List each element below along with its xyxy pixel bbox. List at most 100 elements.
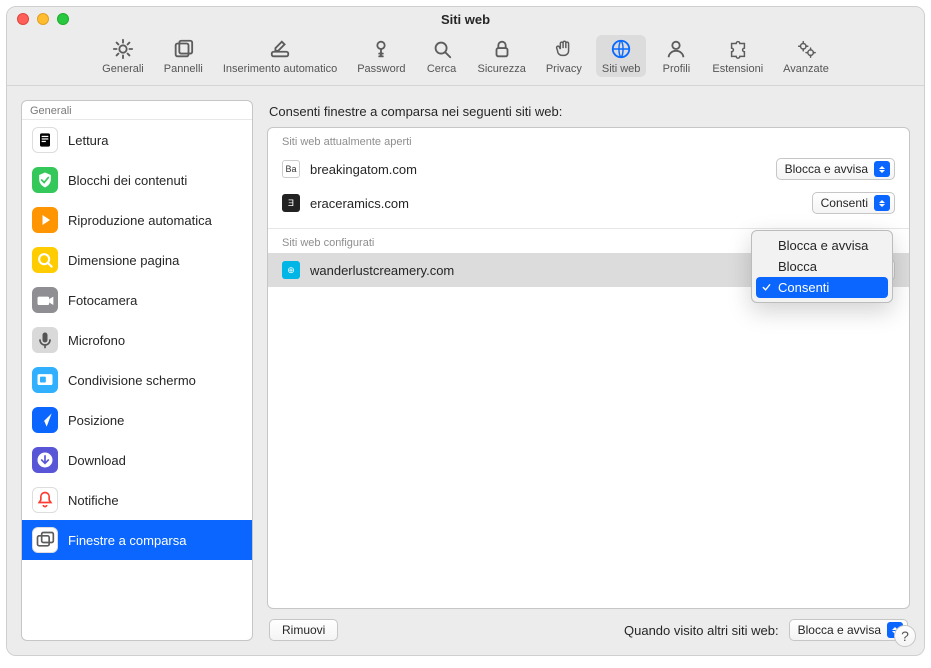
dropdown-option[interactable]: Blocca e avvisa xyxy=(752,235,892,256)
sidebar-item-label: Posizione xyxy=(68,413,124,428)
open-sites-header: Siti web attualmente aperti xyxy=(268,128,909,152)
toolbar-label: Inserimento automatico xyxy=(223,63,337,75)
toolbar-label: Avanzate xyxy=(783,63,829,75)
dropdown-option[interactable]: Consenti xyxy=(756,277,888,298)
dropdown-option[interactable]: Blocca xyxy=(752,256,892,277)
sidebar-item-popup[interactable]: Finestre a comparsa xyxy=(22,520,252,560)
toolbar-globe[interactable]: Siti web xyxy=(596,35,647,77)
toolbar: Generali Pannelli Inserimento automatico Pa… xyxy=(7,31,924,86)
site-policy-select[interactable]: Consenti xyxy=(812,192,895,214)
sidebar-header: Generali xyxy=(22,101,252,120)
toolbar-tabs[interactable]: Pannelli xyxy=(158,35,209,77)
minimize-window-button[interactable] xyxy=(37,13,49,25)
key-icon xyxy=(369,37,393,61)
zoom-icon xyxy=(32,247,58,273)
close-window-button[interactable] xyxy=(17,13,29,25)
sidebar-item-label: Dimensione pagina xyxy=(68,253,179,268)
checkmark-icon xyxy=(760,240,772,252)
site-row[interactable]: Ǝeraceramics.com Consenti xyxy=(268,186,909,220)
screen-icon xyxy=(32,367,58,393)
site-row[interactable]: Babreakingatom.comBlocca e avvisa xyxy=(268,152,909,186)
puzzle-icon xyxy=(726,37,750,61)
dropdown-option-label: Consenti xyxy=(778,280,829,295)
favicon: ⊕ xyxy=(282,261,300,279)
remove-button[interactable]: Rimuovi xyxy=(269,619,338,641)
window-controls xyxy=(17,13,69,25)
dropdown-option-label: Blocca e avvisa xyxy=(778,238,868,253)
checkmark-icon xyxy=(760,282,772,294)
sidebar-item-label: Riproduzione automatica xyxy=(68,213,212,228)
sidebar-item-label: Fotocamera xyxy=(68,293,137,308)
main-heading: Consenti finestre a comparsa nei seguent… xyxy=(267,100,910,127)
toolbar-search[interactable]: Cerca xyxy=(420,35,464,77)
hand-icon xyxy=(552,37,576,61)
popup-option-menu[interactable]: Blocca e avvisa Blocca Consenti xyxy=(751,230,893,303)
toolbar-puzzle[interactable]: Estensioni xyxy=(706,35,769,77)
site-policy-value: Consenti xyxy=(821,196,868,210)
toolbar-lock[interactable]: Sicurezza xyxy=(472,35,532,77)
favicon: Ǝ xyxy=(282,194,300,212)
sidebar-item-label: Blocchi dei contenuti xyxy=(68,173,187,188)
toolbar-label: Generali xyxy=(102,63,144,75)
remove-button-label: Rimuovi xyxy=(282,623,325,637)
sidebar-item-label: Condivisione schermo xyxy=(68,373,196,388)
tabs-icon xyxy=(171,37,195,61)
sites-box: Siti web attualmente aperti Babreakingat… xyxy=(267,127,910,609)
toolbar-label: Password xyxy=(357,63,405,75)
sidebar-item-label: Microfono xyxy=(68,333,125,348)
globe-icon xyxy=(609,37,633,61)
sidebar-item-location[interactable]: Posizione xyxy=(22,400,252,440)
search-icon xyxy=(430,37,454,61)
gear-icon xyxy=(111,37,135,61)
sidebar-item-bell[interactable]: Notifiche xyxy=(22,480,252,520)
camera-icon xyxy=(32,287,58,313)
sidebar-item-play[interactable]: Riproduzione automatica xyxy=(22,200,252,240)
sidebar-item-mic[interactable]: Microfono xyxy=(22,320,252,360)
site-name: wanderlustcreamery.com xyxy=(310,263,802,278)
sidebar-item-reader[interactable]: Lettura xyxy=(22,120,252,160)
sidebar-item-label: Lettura xyxy=(68,133,108,148)
toolbar-label: Profili xyxy=(663,63,691,75)
pencil-icon xyxy=(268,37,292,61)
download-icon xyxy=(32,447,58,473)
sidebar-item-screen[interactable]: Condivisione schermo xyxy=(22,360,252,400)
location-icon xyxy=(32,407,58,433)
toolbar-gear[interactable]: Generali xyxy=(96,35,150,77)
toolbar-label: Privacy xyxy=(546,63,582,75)
toolbar-label: Pannelli xyxy=(164,63,203,75)
site-policy-value: Blocca e avvisa xyxy=(785,162,868,176)
checkmark-icon xyxy=(760,261,772,273)
chevron-updown-icon xyxy=(874,161,890,177)
site-name: eraceramics.com xyxy=(310,196,802,211)
sidebar-item-download[interactable]: Download xyxy=(22,440,252,480)
toolbar-label: Siti web xyxy=(602,63,641,75)
toolbar-hand[interactable]: Privacy xyxy=(540,35,588,77)
sidebar-item-shield[interactable]: Blocchi dei contenuti xyxy=(22,160,252,200)
toolbar-label: Estensioni xyxy=(712,63,763,75)
bell-icon xyxy=(32,487,58,513)
play-icon xyxy=(32,207,58,233)
toolbar-pencil[interactable]: Inserimento automatico xyxy=(217,35,343,77)
fullscreen-window-button[interactable] xyxy=(57,13,69,25)
site-policy-select[interactable]: Blocca e avvisa xyxy=(776,158,895,180)
content-area: Generali Lettura Blocchi dei contenuti Rip… xyxy=(7,86,924,655)
lock-icon xyxy=(490,37,514,61)
preferences-window: Siti web Generali Pannelli Inserimento aut… xyxy=(6,6,925,656)
toolbar-gears[interactable]: Avanzate xyxy=(777,35,835,77)
popup-icon xyxy=(32,527,58,553)
other-sites-value: Blocca e avvisa xyxy=(798,623,881,637)
footer: Rimuovi Quando visito altri siti web: Bl… xyxy=(267,609,910,641)
titlebar: Siti web xyxy=(7,7,924,31)
toolbar-key[interactable]: Password xyxy=(351,35,411,77)
other-sites-label: Quando visito altri siti web: xyxy=(624,623,779,638)
toolbar-label: Cerca xyxy=(427,63,456,75)
person-icon xyxy=(664,37,688,61)
toolbar-person[interactable]: Profili xyxy=(654,35,698,77)
other-sites-select[interactable]: Blocca e avvisa xyxy=(789,619,908,641)
site-name: breakingatom.com xyxy=(310,162,766,177)
help-button[interactable]: ? xyxy=(894,625,916,647)
chevron-updown-icon xyxy=(874,195,890,211)
sidebar-item-camera[interactable]: Fotocamera xyxy=(22,280,252,320)
window-title: Siti web xyxy=(7,12,924,27)
sidebar-item-zoom[interactable]: Dimensione pagina xyxy=(22,240,252,280)
